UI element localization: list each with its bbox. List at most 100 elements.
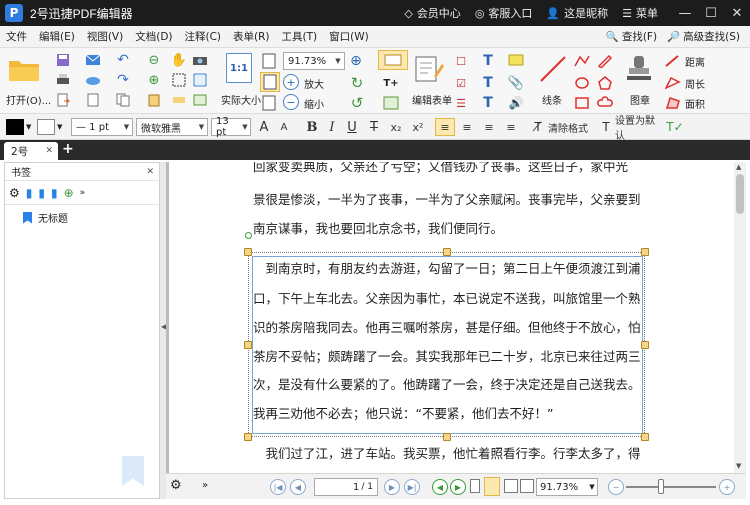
line-width-select[interactable]: — 1 pt ▼ xyxy=(71,118,133,136)
resize-handle[interactable] xyxy=(641,433,649,441)
hand-tool-icon[interactable]: ✋ xyxy=(170,52,188,68)
fit-width-icon[interactable] xyxy=(260,72,280,92)
align-right-icon[interactable]: ≡ xyxy=(480,118,498,136)
next-view-icon[interactable]: ⊕ xyxy=(145,72,163,88)
align-left-icon[interactable]: ≡ xyxy=(435,118,455,136)
font-size-select[interactable]: 13 pt ▼ xyxy=(211,116,251,138)
expand-icon[interactable]: » xyxy=(202,480,208,491)
document-line[interactable]: 到南京时，有朋友约去游逛，勾留了一日；第二日上午便须渡江到浦 xyxy=(253,258,641,277)
copy-icon[interactable] xyxy=(114,92,132,108)
distance-label[interactable]: 距离 xyxy=(685,54,705,69)
scroll-down-icon[interactable]: ▼ xyxy=(736,462,741,470)
find-button[interactable]: 🔍 查找(F) xyxy=(606,29,657,44)
minimize-button[interactable]: — xyxy=(672,6,698,21)
edit-form-label[interactable]: 编辑表单 xyxy=(412,92,452,107)
polygon-icon[interactable] xyxy=(595,74,615,92)
undo-icon[interactable]: ↶ xyxy=(114,52,132,68)
resize-handle[interactable] xyxy=(443,248,451,256)
member-center-link[interactable]: ◇ 会员中心 xyxy=(404,5,460,21)
close-button[interactable]: ✕ xyxy=(724,6,750,21)
export-icon[interactable] xyxy=(54,92,72,108)
scrollbar-thumb[interactable] xyxy=(736,174,744,214)
italic-icon[interactable]: I xyxy=(323,118,341,136)
edit-content-icon[interactable] xyxy=(378,50,408,70)
resize-handle[interactable] xyxy=(641,248,649,256)
set-default-icon[interactable]: T xyxy=(598,118,614,136)
polyline-icon[interactable] xyxy=(572,52,592,70)
edit-form-icon[interactable] xyxy=(412,52,446,86)
document-viewer[interactable]: 回家变卖典质，父亲还了亏空；又借钱办了丧事。这些日子，家中光 景很是惨淡，一半为… xyxy=(166,162,746,473)
checkbox-field-icon[interactable]: ☑ xyxy=(452,74,470,92)
text-field-icon[interactable]: ☐ xyxy=(452,52,470,70)
collapse-panel-icon[interactable]: ◀ xyxy=(161,322,167,340)
bookmark-item[interactable]: 无标题 xyxy=(5,205,159,225)
clipboard-icon[interactable] xyxy=(145,92,163,108)
apply-format-icon[interactable]: T✓ xyxy=(666,118,684,136)
measure-distance-icon[interactable] xyxy=(664,52,682,70)
menu-edit[interactable]: 编辑(E) xyxy=(33,29,81,44)
zoom-slider-knob[interactable] xyxy=(658,479,664,494)
back-icon[interactable]: ◀ xyxy=(432,479,448,495)
maximize-button[interactable]: ☐ xyxy=(698,6,724,21)
highlight-tool-icon[interactable] xyxy=(170,92,188,108)
ellipse-icon[interactable] xyxy=(572,74,592,92)
delete-bookmark-icon[interactable]: ▮ xyxy=(51,186,58,200)
settings-gear-icon[interactable]: ⚙ xyxy=(170,478,182,493)
vertical-scrollbar[interactable]: ▲ ▼ xyxy=(734,162,746,473)
zoom-slider[interactable] xyxy=(626,486,716,488)
rectangle-icon[interactable] xyxy=(572,94,592,112)
area-label[interactable]: 面积 xyxy=(685,96,705,111)
status-zoom-select[interactable]: 91.73% ▼ xyxy=(536,478,598,496)
first-page-icon[interactable]: |◀ xyxy=(270,479,286,495)
resize-handle[interactable] xyxy=(443,433,451,441)
user-nickname-link[interactable]: 👤 这是昵称 xyxy=(546,5,608,21)
pdf-page[interactable]: 回家变卖典质，父亲还了亏空；又借钱办了丧事。这些日子，家中光 景很是惨淡，一半为… xyxy=(169,162,743,473)
menu-window[interactable]: 窗口(W) xyxy=(323,29,375,44)
list-field-icon[interactable]: ☰ xyxy=(452,94,470,112)
perimeter-label[interactable]: 周长 xyxy=(685,76,705,91)
clear-format-icon[interactable]: T̸ xyxy=(530,118,546,136)
next-page-icon[interactable]: ▶ xyxy=(384,479,400,495)
customer-service-link[interactable]: ◎ 客服入口 xyxy=(475,5,533,21)
prev-view-icon[interactable]: ⊖ xyxy=(145,52,163,68)
redo-icon[interactable]: ↷ xyxy=(114,72,132,88)
textbox-icon[interactable]: T xyxy=(478,74,498,92)
menu-document[interactable]: 文档(D) xyxy=(129,29,178,44)
subscript-icon[interactable]: x₂ xyxy=(387,118,405,136)
email-icon[interactable] xyxy=(82,52,104,68)
zoom-tool-icon[interactable]: ⊕ xyxy=(346,52,366,70)
document-line[interactable]: 口，下午上车北去。父亲因为事忙，本已说定不送我，叫旅馆里一个熟 xyxy=(253,288,641,307)
pencil-icon[interactable] xyxy=(595,52,615,70)
menu-comment[interactable]: 注释(C) xyxy=(179,29,228,44)
bookmark-options-icon[interactable]: ⚙ xyxy=(9,186,20,200)
rotate-handle[interactable] xyxy=(245,232,252,239)
zoom-out-label[interactable]: 缩小 xyxy=(304,96,324,111)
continuous-page-icon[interactable] xyxy=(484,477,500,496)
strikethrough-icon[interactable]: T xyxy=(365,118,383,136)
print-icon[interactable] xyxy=(54,72,72,88)
rotate-right-icon[interactable]: ↻ xyxy=(348,74,366,92)
new-bookmark-icon[interactable]: ⊕ xyxy=(64,186,74,200)
resize-handle[interactable] xyxy=(244,248,252,256)
resize-handle[interactable] xyxy=(244,341,252,349)
set-default-label[interactable]: 设置为默认 xyxy=(615,116,663,142)
forward-icon[interactable]: ▶ xyxy=(450,479,466,495)
facing-page-icon[interactable] xyxy=(504,479,518,493)
stamp-icon[interactable] xyxy=(622,52,656,86)
scroll-up-icon[interactable]: ▲ xyxy=(736,163,741,171)
measure-area-icon[interactable] xyxy=(664,94,682,112)
image-tool-icon[interactable] xyxy=(191,92,209,108)
menu-file[interactable]: 文件 xyxy=(0,29,33,44)
add-image-icon[interactable] xyxy=(380,94,402,112)
more-options-icon[interactable]: » xyxy=(80,188,86,198)
open-label[interactable]: 打开(O)... xyxy=(6,92,51,107)
document-line[interactable]: 识的茶房陪我同去。他再三嘱咐茶房，甚是仔细。但他终于不放心，怕 xyxy=(253,317,641,336)
select-tool-icon[interactable] xyxy=(170,72,188,88)
camera-icon[interactable] xyxy=(191,52,209,68)
stroke-color-swatch[interactable] xyxy=(37,119,55,135)
zoom-in-icon[interactable]: + xyxy=(283,74,299,90)
add-text-icon[interactable]: T+ xyxy=(380,74,402,92)
stamp-label[interactable]: 图章 xyxy=(630,92,650,107)
page-number-input[interactable]: 1 / 1 xyxy=(314,478,378,496)
add-child-bookmark-icon[interactable]: ▮ xyxy=(38,186,45,200)
